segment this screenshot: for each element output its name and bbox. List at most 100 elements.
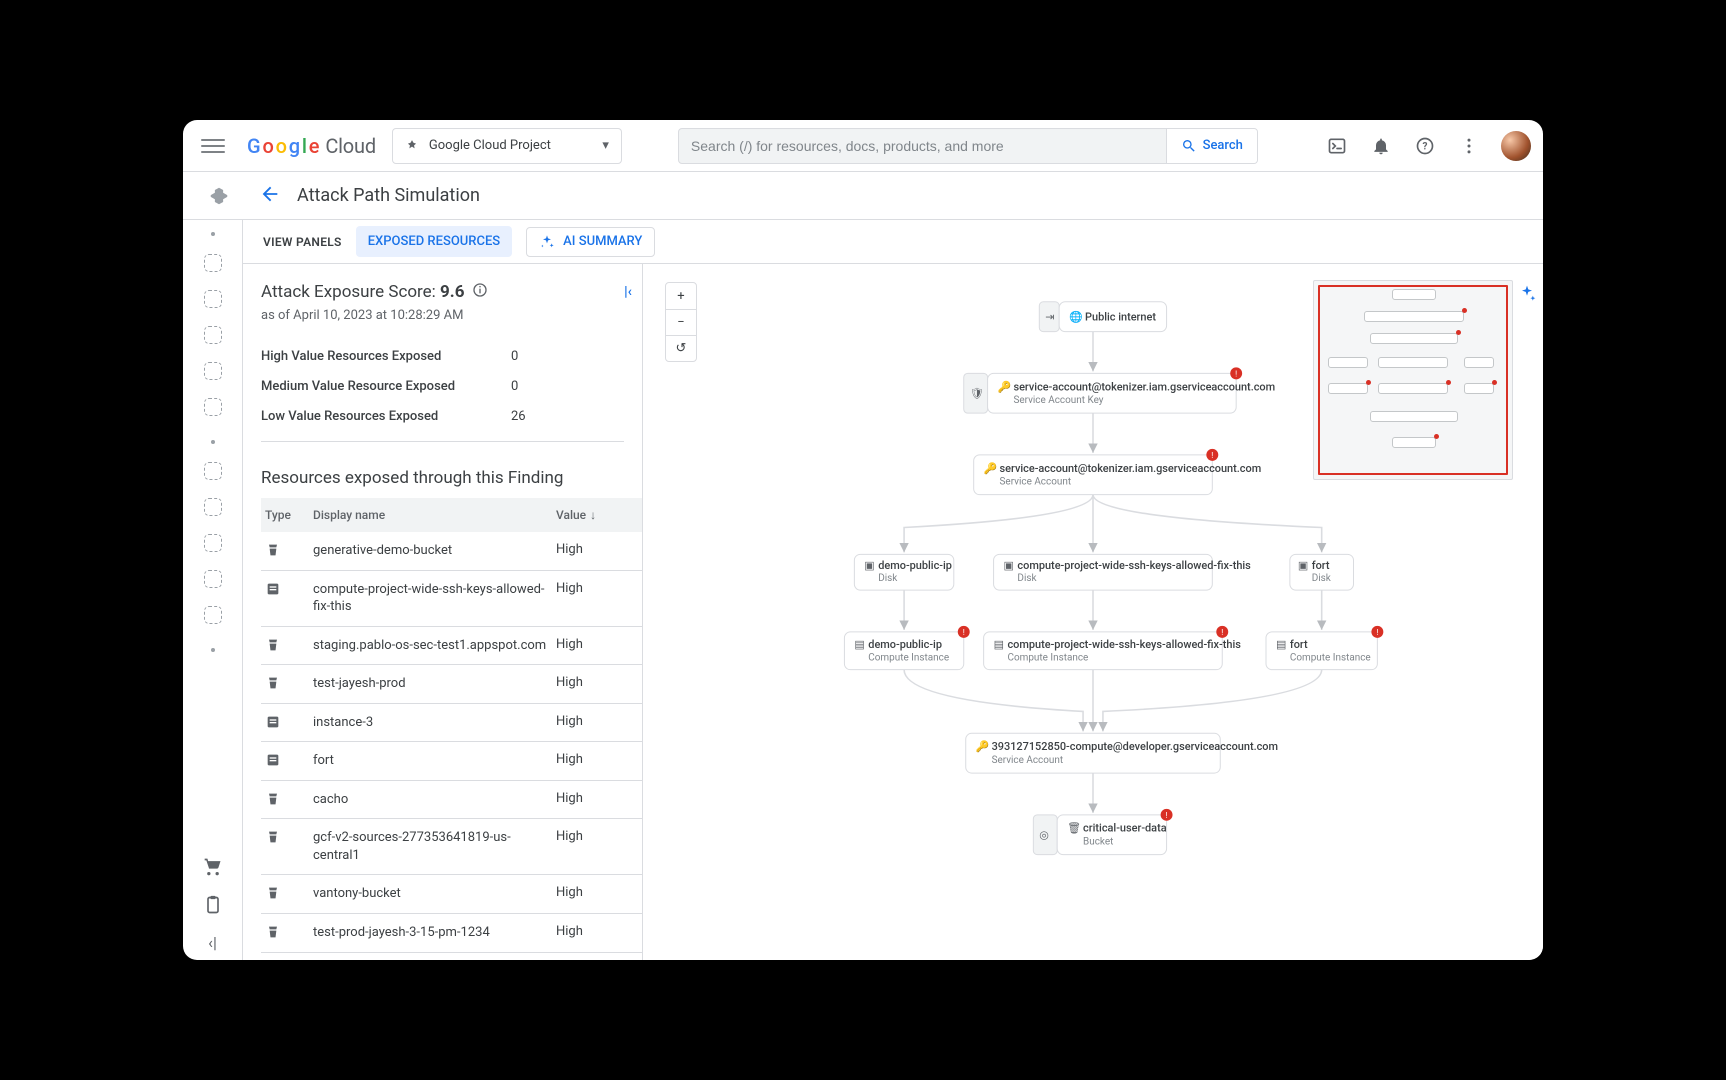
metric-row: Low Value Resources Exposed26 [261, 401, 642, 431]
sort-desc-icon: ↓ [590, 508, 596, 522]
table-row[interactable]: staging.pablo-os-sec-test1.appspot.comHi… [261, 627, 642, 666]
zoom-reset-button[interactable]: ↺ [666, 335, 696, 361]
svg-text:fort: fort [1290, 638, 1308, 651]
graph-node-disk-1[interactable]: ▣ demo-public-ip Disk [854, 554, 953, 590]
cloud-shell-icon[interactable] [1325, 134, 1349, 158]
svg-text:🛡: 🛡 [970, 387, 984, 400]
svg-text:▤: ▤ [854, 639, 864, 651]
rail-item-placeholder[interactable] [204, 362, 222, 380]
table-row[interactable]: generative-demo-bucketHigh [261, 532, 642, 571]
table-row[interactable]: fortHigh [261, 742, 642, 781]
top-bar: Google Cloud Google Cloud Project ▾ Sear… [183, 120, 1543, 172]
rail-collapse-icon[interactable]: ‹| [208, 933, 217, 952]
svg-text:demo-public-ip: demo-public-ip [868, 638, 942, 651]
table-row[interactable]: vantony-bucketHigh [261, 875, 642, 914]
col-header-type[interactable]: Type [261, 508, 313, 522]
logo-suffix: Cloud [325, 134, 376, 158]
rail-item-placeholder[interactable] [204, 462, 222, 480]
menu-icon[interactable] [201, 134, 225, 158]
rail-item-placeholder[interactable] [204, 326, 222, 344]
table-row[interactable]: cachoHigh [261, 781, 642, 820]
table-row[interactable]: instance-3High [261, 704, 642, 743]
svg-text:Public internet: Public internet [1085, 311, 1156, 324]
avatar[interactable] [1501, 131, 1531, 161]
cart-icon[interactable] [203, 857, 223, 877]
rail-item-placeholder[interactable] [204, 254, 222, 272]
svg-text:!: ! [963, 628, 965, 637]
table-row[interactable]: test-jayesh-prodHigh [261, 665, 642, 704]
graph-node-disk-3[interactable]: ▣ fort Disk [1290, 554, 1354, 590]
table-row[interactable]: test-prod-jayesh-3-15-pm-1234High [261, 914, 642, 953]
svg-text:▤: ▤ [994, 639, 1004, 651]
rail-item-placeholder[interactable] [204, 498, 222, 516]
svg-text:◎: ◎ [1039, 830, 1049, 842]
svg-text:compute-project-wide-ssh-keys-: compute-project-wide-ssh-keys-allowed-fi… [1007, 638, 1241, 651]
svg-text:🔑: 🔑 [998, 379, 1012, 393]
graph-node-bucket[interactable]: ◎ 🗑 critical-user-data Bucket ! [1033, 809, 1172, 855]
nav-rail: ‹| [183, 220, 243, 960]
google-cloud-logo[interactable]: Google Cloud [247, 134, 376, 158]
help-icon[interactable]: ? [1413, 134, 1437, 158]
graph-area[interactable]: + − ↺ [643, 264, 1543, 960]
search-button[interactable]: Search [1166, 129, 1257, 163]
rail-item-placeholder[interactable] [204, 534, 222, 552]
svg-text:demo-public-ip: demo-public-ip [878, 559, 952, 572]
resource-type-icon [261, 675, 313, 691]
search-icon [1181, 138, 1197, 154]
svg-text:Disk: Disk [1017, 573, 1037, 584]
search-input[interactable] [679, 138, 1166, 154]
resource-value: High [556, 885, 632, 900]
rail-item-placeholder[interactable] [204, 570, 222, 588]
rail-item-placeholder[interactable] [204, 606, 222, 624]
search-box: Search [678, 128, 1258, 164]
project-picker[interactable]: Google Cloud Project ▾ [392, 128, 622, 164]
table-row[interactable]: instance-1High [261, 953, 642, 960]
more-icon[interactable] [1457, 134, 1481, 158]
clipboard-icon[interactable] [203, 895, 223, 915]
tab-exposed-resources[interactable]: EXPOSED RESOURCES [356, 226, 512, 257]
resource-value: High [556, 581, 632, 596]
svg-text:Bucket: Bucket [1083, 837, 1113, 848]
svg-text:compute-project-wide-ssh-keys-: compute-project-wide-ssh-keys-allowed-fi… [1017, 559, 1251, 572]
metric-value: 0 [511, 349, 518, 364]
ai-summary-label: AI SUMMARY [563, 234, 642, 249]
graph-node-sa-2[interactable]: 🔑 393127152850-compute@developer.gservic… [966, 733, 1278, 773]
rail-item-placeholder[interactable] [204, 398, 222, 416]
svg-text:Disk: Disk [1312, 573, 1332, 584]
zoom-out-button[interactable]: − [666, 309, 696, 335]
graph-node-disk-2[interactable]: ▣ compute-project-wide-ssh-keys-allowed-… [994, 554, 1252, 590]
table-row[interactable]: compute-project-wide-ssh-keys-allowed-fi… [261, 571, 642, 627]
collapse-panel-icon[interactable]: |‹ [624, 284, 632, 300]
resource-name: test-jayesh-prod [313, 675, 556, 693]
table-row[interactable]: gcf-v2-sources-277353641819-us-central1H… [261, 819, 642, 875]
svg-text:393127152850-compute@developer: 393127152850-compute@developer.gservicea… [992, 740, 1278, 753]
resource-value: High [556, 675, 632, 690]
graph-node-vm-2[interactable]: ▤ compute-project-wide-ssh-keys-allowed-… [984, 626, 1242, 670]
resource-value: High [556, 924, 632, 939]
resource-type-icon [261, 714, 313, 730]
ai-summary-button[interactable]: AI SUMMARY [526, 227, 655, 257]
back-button[interactable] [259, 183, 281, 209]
title-bar: Attack Path Simulation [183, 172, 1543, 220]
info-icon[interactable] [472, 282, 488, 302]
search-button-label: Search [1203, 138, 1243, 153]
zoom-in-button[interactable]: + [666, 283, 696, 309]
graph-node-sa-key[interactable]: 🛡 🔑 service-account@tokenizer.iam.gservi… [964, 367, 1275, 413]
svg-text:🗑: 🗑 [1067, 822, 1081, 835]
svg-text:Compute Instance: Compute Instance [1290, 653, 1371, 664]
graph-node-sa[interactable]: 🔑 service-account@tokenizer.iam.gservice… [974, 449, 1262, 495]
rail-item-placeholder[interactable] [204, 290, 222, 308]
svg-text:⇥: ⇥ [1045, 312, 1054, 324]
metric-row: High Value Resources Exposed0 [261, 341, 642, 371]
ai-float-icon[interactable] [1517, 284, 1537, 308]
tab-view-panels[interactable]: VIEW PANELS [263, 235, 342, 249]
graph-node-internet[interactable]: ⇥ 🌐 Public internet [1039, 302, 1166, 332]
col-header-value[interactable]: Value ↓ [556, 508, 632, 522]
minimap[interactable] [1313, 280, 1513, 480]
notifications-icon[interactable] [1369, 134, 1393, 158]
score-label: Attack Exposure Score: 9.6 [261, 282, 464, 302]
svg-text:!: ! [1166, 811, 1168, 820]
col-header-name[interactable]: Display name [313, 508, 556, 522]
graph-node-vm-3[interactable]: ▤ fort Compute Instance ! [1266, 626, 1383, 670]
graph-node-vm-1[interactable]: ▤ demo-public-ip Compute Instance ! [844, 626, 969, 670]
